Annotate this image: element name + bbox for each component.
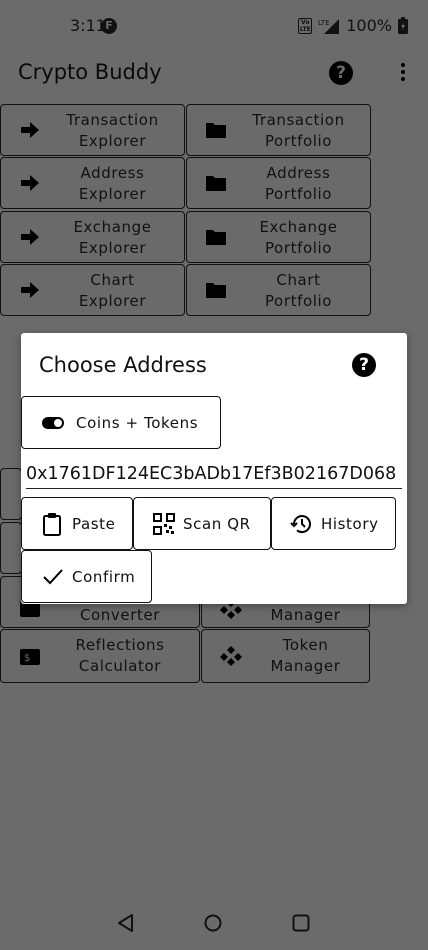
exchange-portfolio-button[interactable]: Exchange Portfolio [186,211,371,263]
address-portfolio-label: Address Portfolio [264,164,333,203]
battery-percent: 100% [346,16,392,35]
scan-qr-button[interactable]: Scan QR [133,497,271,550]
dialog-help-icon[interactable]: ? [352,353,376,377]
chart-portfolio-button[interactable]: Chart Portfolio [186,264,371,316]
folder-icon [206,283,226,298]
folder-icon [206,123,226,138]
home-icon[interactable] [204,914,222,932]
transaction-explorer-label: Transaction Explorer [66,111,159,150]
address-explorer-label: Address Explorer [78,164,147,203]
qr-code-icon [153,512,175,535]
history-button[interactable]: History [271,497,396,550]
paste-button[interactable]: Paste [21,497,133,550]
battery-icon [398,17,408,34]
back-icon[interactable] [117,914,135,932]
transaction-explorer-button[interactable]: Transaction Explorer [0,104,185,156]
more-options-icon[interactable] [399,63,407,83]
address-explorer-button[interactable]: Address Explorer [0,157,185,209]
lte-label: LTE [318,19,330,27]
token-icon [220,646,242,666]
calculator-icon: $ [20,649,40,665]
scan-qr-label: Scan QR [183,514,251,533]
reflections-calculator-label: Reflections Calculator [75,636,165,675]
volte-icon: Vo LTE [298,17,313,34]
arrow-right-icon [21,282,39,298]
coins-tokens-label: Coins + Tokens [76,413,199,432]
exchange-explorer-label: Exchange Explorer [73,218,152,257]
converter-label: Converter [79,606,161,624]
history-label: History [321,514,379,533]
chart-explorer-button[interactable]: Chart Explorer [0,264,185,316]
status-indicators: Vo LTE LTE 100% [298,16,408,35]
token-manager-button[interactable]: Token Manager [201,629,370,683]
exchange-explorer-button[interactable]: Exchange Explorer [0,211,185,263]
confirm-label: Confirm [72,567,136,586]
toggle-icon [42,416,64,429]
folder-icon [206,230,226,245]
arrow-right-icon [21,122,39,138]
hidden-button-edge-1 [0,468,22,520]
choose-address-dialog: Choose Address ? Coins + Tokens Paste Sc… [21,333,407,604]
address-input[interactable] [26,459,402,489]
check-icon [43,568,63,584]
arrow-right-icon [21,175,39,191]
dialog-title: Choose Address [39,353,207,377]
hidden-button-edge-2 [0,522,22,574]
recents-icon[interactable] [292,914,310,932]
status-bar: 3:11 F Vo LTE LTE 100% [0,0,428,54]
paste-label: Paste [72,514,116,533]
help-icon[interactable]: ? [329,61,353,85]
transaction-portfolio-button[interactable]: Transaction Portfolio [186,104,371,156]
system-nav-bar [0,895,428,950]
confirm-button[interactable]: Confirm [21,550,152,603]
chart-portfolio-label: Chart Portfolio [264,271,333,310]
folder-icon [206,176,226,191]
clipboard-icon [43,512,61,536]
history-icon [290,514,311,533]
signal-icon: LTE [318,18,340,34]
coins-tokens-toggle-button[interactable]: Coins + Tokens [21,396,221,449]
notification-f-icon: F [101,18,117,34]
token-manager-label: Token Manager [270,636,341,675]
transaction-portfolio-label: Transaction Portfolio [252,111,345,150]
chart-explorer-label: Chart Explorer [78,271,147,310]
svg-text:$: $ [24,653,30,664]
address-portfolio-button[interactable]: Address Portfolio [186,157,371,209]
manager-label: Manager [270,606,341,624]
arrow-right-icon [21,229,39,245]
app-title: Crypto Buddy [18,60,162,84]
exchange-portfolio-label: Exchange Portfolio [259,218,338,257]
reflections-calculator-button[interactable]: $ Reflections Calculator [0,629,200,683]
